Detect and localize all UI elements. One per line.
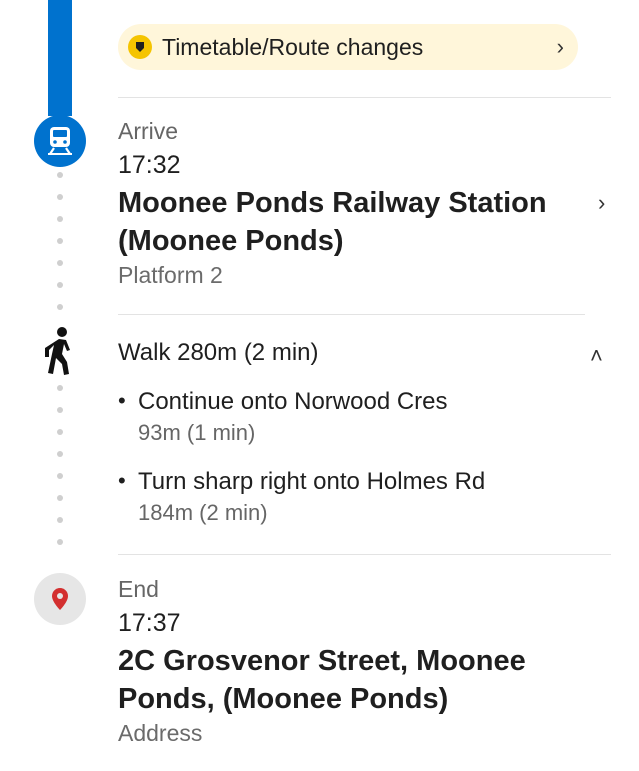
- end-section: End 17:37 2C Grosvenor Street, Moonee Po…: [118, 576, 618, 747]
- walk-summary[interactable]: Walk 280m (2 min): [118, 339, 318, 367]
- walk-icon: [40, 326, 78, 378]
- arrive-station-line1: Moonee Ponds Railway Station: [118, 187, 547, 219]
- timeline-dot: [57, 216, 63, 222]
- step-instruction: Continue onto Norwood Cres: [138, 388, 448, 415]
- timeline-dot: [57, 517, 63, 523]
- timeline-dot: [57, 238, 63, 244]
- bullet: •: [118, 468, 126, 493]
- step-detail: 184m (2 min): [138, 500, 268, 525]
- walk-step: • Continue onto Norwood Cres 93m (1 min): [118, 388, 588, 446]
- bullet: •: [118, 388, 126, 413]
- timeline-dot: [57, 260, 63, 266]
- arrive-section[interactable]: Arrive 17:32 Moonee Ponds Railway Statio…: [118, 118, 588, 289]
- train-icon: [34, 115, 86, 167]
- timeline-dot: [57, 282, 63, 288]
- warning-icon: [128, 35, 152, 59]
- timeline-dot: [57, 194, 63, 200]
- end-address-line2: Ponds, (Moonee Ponds): [118, 683, 449, 715]
- end-label: End: [118, 576, 159, 602]
- timetable-changes-notice[interactable]: Timetable/Route changes ›: [118, 24, 578, 70]
- timeline-dot: [57, 407, 63, 413]
- step-detail: 93m (1 min): [138, 420, 256, 445]
- step-instruction: Turn sharp right onto Holmes Rd: [138, 468, 486, 495]
- timeline-dot: [57, 495, 63, 501]
- timeline-dot: [57, 304, 63, 310]
- timeline-dot: [57, 385, 63, 391]
- timeline-dot: [57, 451, 63, 457]
- arrive-station-name: Moonee Ponds Railway Station (Moonee Pon…: [118, 184, 588, 260]
- timeline-dot: [57, 429, 63, 435]
- notice-label: Timetable/Route changes: [162, 33, 424, 60]
- divider: [118, 554, 611, 555]
- end-address-line1: 2C Grosvenor Street, Moonee: [118, 645, 526, 677]
- route-line: [48, 0, 72, 116]
- chevron-right-icon: ›: [556, 34, 564, 59]
- destination-pin-icon: [34, 573, 86, 625]
- divider: [118, 314, 585, 315]
- arrive-time: 17:32: [118, 151, 181, 179]
- timeline-dot: [57, 473, 63, 479]
- arrive-label: Arrive: [118, 118, 179, 144]
- end-type: Address: [118, 720, 203, 746]
- walk-step: • Turn sharp right onto Holmes Rd 184m (…: [118, 468, 588, 526]
- end-time: 17:37: [118, 609, 181, 637]
- chevron-right-icon[interactable]: ›: [598, 190, 605, 216]
- timeline-dot: [57, 172, 63, 178]
- timeline-dot: [57, 539, 63, 545]
- arrive-platform: Platform 2: [118, 262, 223, 288]
- divider: [118, 97, 611, 98]
- chevron-up-icon[interactable]: ˄: [590, 343, 603, 369]
- end-address: 2C Grosvenor Street, Moonee Ponds, (Moon…: [118, 642, 618, 718]
- arrive-station-line2: (Moonee Ponds): [118, 225, 344, 257]
